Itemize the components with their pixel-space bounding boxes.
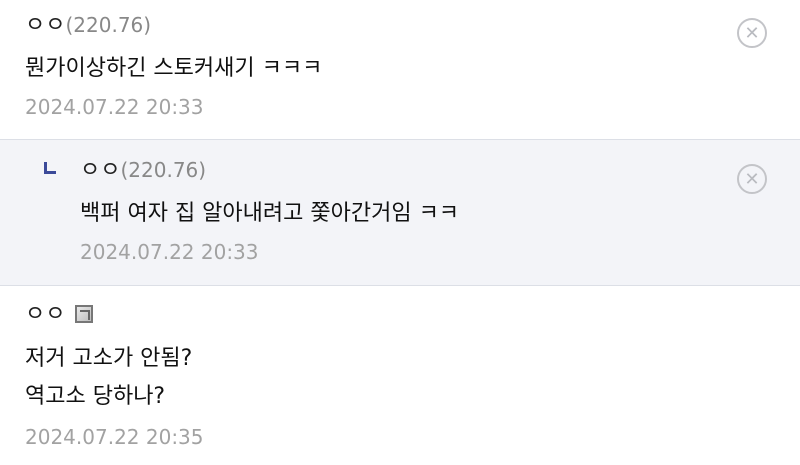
comment-date: 2024.07.22 20:33 — [25, 95, 204, 119]
member-badge-icon — [75, 305, 94, 323]
reply-comment: ㅇㅇ(220.76) 백퍼 여자 집 알아내려고 쫓아간거임 ㅋㅋ 2024.0… — [0, 140, 800, 286]
reply-arrow-icon — [44, 162, 56, 174]
comment: ㅇㅇ 저거 고소가 안됨? 역고소 당하나? 2024.07.22 20:35 — [0, 286, 800, 465]
ip-address: (220.76) — [120, 158, 207, 182]
comment-text: 뭔가이상하긴 스토커새기 ㅋㅋㅋ — [25, 56, 323, 81]
comment-text: 백퍼 여자 집 알아내려고 쫓아간거임 ㅋㅋ — [80, 201, 460, 226]
comment-text: 역고소 당하나? — [25, 384, 166, 409]
comment-author[interactable]: ㅇㅇ(220.76) — [25, 11, 151, 40]
nickname[interactable]: ㅇㅇ — [25, 13, 65, 38]
nickname[interactable]: ㅇㅇ — [25, 302, 65, 327]
comment: ㅇㅇ(220.76) 뭔가이상하긴 스토커새기 ㅋㅋㅋ 2024.07.22 2… — [0, 0, 800, 140]
ip-address: (220.76) — [65, 13, 152, 37]
comment-author[interactable]: ㅇㅇ(220.76) — [80, 156, 206, 185]
comment-date: 2024.07.22 20:35 — [25, 425, 204, 449]
close-circle-icon[interactable]: ✕ — [737, 18, 767, 48]
close-circle-icon[interactable]: ✕ — [737, 164, 767, 194]
comment-text: 저거 고소가 안됨? — [25, 346, 193, 371]
nickname[interactable]: ㅇㅇ — [80, 158, 120, 183]
comment-author[interactable]: ㅇㅇ — [25, 301, 94, 329]
comment-date: 2024.07.22 20:33 — [80, 240, 259, 264]
